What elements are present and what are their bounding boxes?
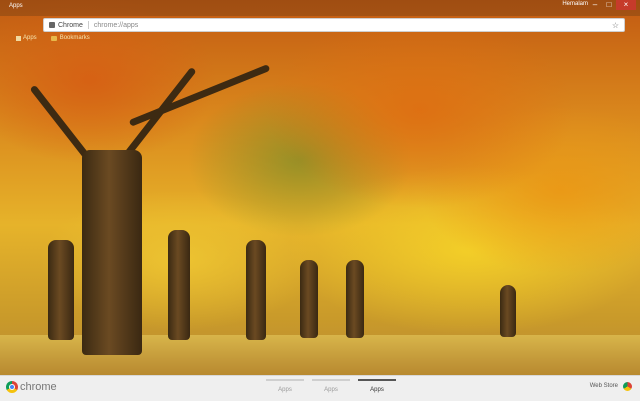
web-store-icon[interactable] <box>623 382 632 391</box>
star-icon[interactable]: ☆ <box>612 21 619 30</box>
bookmark-apps[interactable]: Apps <box>16 35 37 41</box>
chrome-wordmark: chrome <box>20 381 57 393</box>
divider <box>87 21 89 29</box>
tree-branch <box>128 64 271 127</box>
tree-trunk <box>168 230 190 340</box>
tree-trunk <box>246 240 266 340</box>
chrome-logo-icon <box>6 381 18 393</box>
window-controls: – □ × <box>588 0 636 10</box>
address-bar-label: Chrome <box>58 21 83 29</box>
main-tree-trunk <box>82 150 142 355</box>
tree-trunk <box>346 260 364 338</box>
minimize-button[interactable]: – <box>588 0 602 10</box>
tree-trunk <box>500 285 516 337</box>
page-tab-apps-2[interactable]: Apps <box>312 379 350 393</box>
profile-name[interactable]: Hemalam <box>562 1 588 7</box>
new-tab-footer: chrome Apps Apps Apps Web Store <box>0 375 640 401</box>
address-bar[interactable]: Chrome chrome://apps ☆ <box>43 18 625 32</box>
background-wallpaper <box>0 0 640 375</box>
maximize-button[interactable]: □ <box>602 0 616 10</box>
tree-trunk <box>48 240 74 340</box>
tree-trunk <box>300 260 318 338</box>
tab-apps[interactable]: Apps <box>9 3 23 9</box>
page-tab-apps-1[interactable]: Apps <box>266 379 304 393</box>
bookmark-apps-label: Apps <box>23 35 37 41</box>
bookmarks-bar: Apps Bookmarks <box>0 33 640 43</box>
apps-grid-icon <box>16 35 21 41</box>
close-button[interactable]: × <box>616 0 636 10</box>
web-store-link[interactable]: Web Store <box>590 383 618 389</box>
page-switcher: Apps Apps Apps <box>262 379 400 393</box>
page-icon <box>49 22 55 28</box>
url-text[interactable]: chrome://apps <box>94 22 612 29</box>
title-bar: Apps Hemalam – □ × <box>0 0 640 16</box>
bookmark-folder[interactable]: Bookmarks <box>50 35 90 41</box>
page-tab-apps-3[interactable]: Apps <box>358 379 396 393</box>
folder-icon <box>50 35 57 41</box>
bookmark-folder-label: Bookmarks <box>59 35 90 41</box>
